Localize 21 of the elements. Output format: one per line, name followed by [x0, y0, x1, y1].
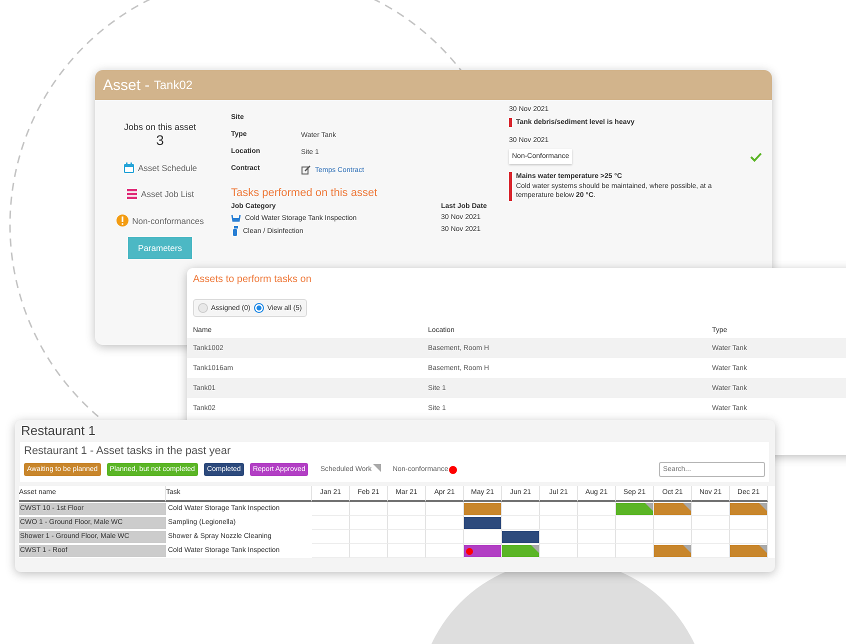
side-link[interactable]: Asset Job List — [141, 189, 194, 199]
calendar-icon — [122, 162, 135, 174]
window-title: Asset - — [103, 76, 151, 94]
jobs-label: Jobs on this asset — [124, 122, 196, 132]
radio-button[interactable] — [254, 303, 264, 313]
card-title: Restaurant 1 - Asset tasks in the past year — [24, 445, 232, 457]
warning-icon — [116, 214, 130, 227]
list-icon — [126, 188, 138, 200]
section-heading: Tasks performed on this asset — [231, 187, 378, 199]
window-title: Restaurant 1 — [20, 422, 96, 438]
flag-corner-icon — [372, 464, 381, 472]
edit-icon — [301, 165, 311, 175]
dot-icon — [449, 466, 458, 474]
radio-button[interactable] — [198, 303, 208, 313]
side-link[interactable]: Asset Schedule — [138, 163, 198, 173]
spray-bottle-icon — [231, 226, 239, 236]
asset-name: Tank02 — [154, 78, 193, 92]
side-link[interactable]: Non-conformances — [132, 216, 204, 226]
panel-title: Assets to perform tasks on — [192, 273, 312, 285]
tank-icon — [231, 214, 241, 222]
jobs-count: 3 — [156, 132, 164, 148]
